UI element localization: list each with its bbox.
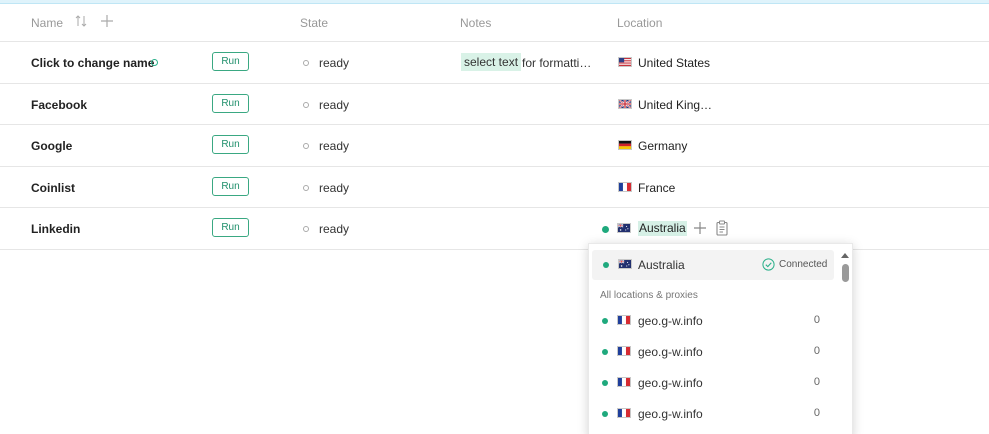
connected-status-text: Connected [779,259,828,271]
uk-flag-icon [618,98,632,109]
location-dropdown: Australia Connected All locations & prox… [588,243,853,434]
connected-status: Connected [762,258,827,271]
state-text: ready [319,97,350,112]
profiles-table: Name State Notes Location Click to chang… [0,4,989,250]
status-dot-icon [602,411,608,417]
proxy-list-item[interactable]: geo.g-w.info 0 [589,305,834,336]
status-dot-icon [602,380,608,386]
location-text[interactable]: France [638,181,675,195]
run-button[interactable]: Run [212,218,249,238]
proxy-label: geo.g-w.info [638,376,703,390]
france-flag-icon [617,408,631,418]
profile-name[interactable]: Facebook [31,98,87,112]
note-highlight[interactable]: select text [461,53,522,71]
column-header-location: Location [617,16,663,30]
connected-dot-icon [603,262,609,268]
proxy-count: 0 [813,314,820,326]
run-button[interactable]: Run [212,176,249,196]
proxy-count: 0 [813,376,820,388]
sort-icon[interactable] [75,14,87,28]
section-label: All locations & proxies [600,290,698,301]
proxy-list-item[interactable]: geo.g-w.info 0 [589,367,834,398]
proxy-label: geo.g-w.info [638,407,703,421]
state-dot-icon [303,184,309,191]
state-text: ready [319,139,350,154]
location-text[interactable]: United King… [638,98,712,112]
status-dot-icon [602,318,608,324]
location-input[interactable]: Australia [638,221,687,237]
note-text[interactable]: for formatti… [522,56,591,70]
proxy-label: geo.g-w.info [638,345,703,359]
run-button[interactable]: Run [212,52,249,71]
location-text[interactable]: Germany [638,139,687,153]
status-dot-icon [602,349,608,355]
profile-name[interactable]: Click to change name [31,56,154,70]
profile-name[interactable]: Google [31,139,72,153]
proxy-count: 0 [813,345,820,357]
state-dot-icon [303,60,309,66]
column-header-notes: Notes [460,16,492,30]
run-button[interactable]: Run [212,93,249,113]
profile-name[interactable]: Linkedin [31,222,80,236]
table-header: Name State Notes Location [0,4,989,42]
australia-flag-icon [618,259,632,269]
profile-name[interactable]: Coinlist [31,181,75,195]
france-flag-icon [618,181,632,192]
proxy-list-item[interactable]: geo.g-w.info 0 [589,398,834,429]
run-button[interactable]: Run [212,135,249,155]
location-text[interactable]: United States [638,56,710,70]
proxy-count: 0 [813,407,820,419]
state-dot-icon [303,101,309,108]
selected-location-label: Australia [638,258,685,272]
selected-location-item[interactable]: Australia Connected [592,250,834,280]
table-row: Facebook Run ready United King… [0,84,989,126]
france-flag-icon [617,346,631,356]
plus-icon[interactable] [693,221,707,235]
table-row: Google Run ready Germany [0,125,989,167]
australia-flag-icon [617,223,631,234]
status-ring-icon [151,59,158,66]
state-dot-icon [303,226,309,233]
scroll-up-icon[interactable] [841,253,849,258]
france-flag-icon [617,377,631,387]
check-circle-icon [762,258,775,271]
state-dot-icon [303,143,309,150]
france-flag-icon [617,315,631,325]
table-row: Coinlist Run ready France [0,167,989,209]
scrollbar-thumb[interactable] [842,264,849,282]
clipboard-icon[interactable] [715,220,729,236]
table-row: Click to change name Run ready select te… [0,42,989,84]
germany-flag-icon [618,140,632,151]
column-header-state: State [300,16,329,30]
column-header-name[interactable]: Name [31,16,63,30]
state-text: ready [319,180,350,195]
connected-dot-icon [602,226,609,234]
us-flag-icon [618,57,632,67]
state-text: ready [319,222,350,237]
add-column-icon[interactable] [100,14,114,28]
proxy-list-item[interactable]: geo.g-w.info 0 [589,336,834,367]
proxy-label: geo.g-w.info [638,314,703,328]
state-text: ready [319,56,350,70]
